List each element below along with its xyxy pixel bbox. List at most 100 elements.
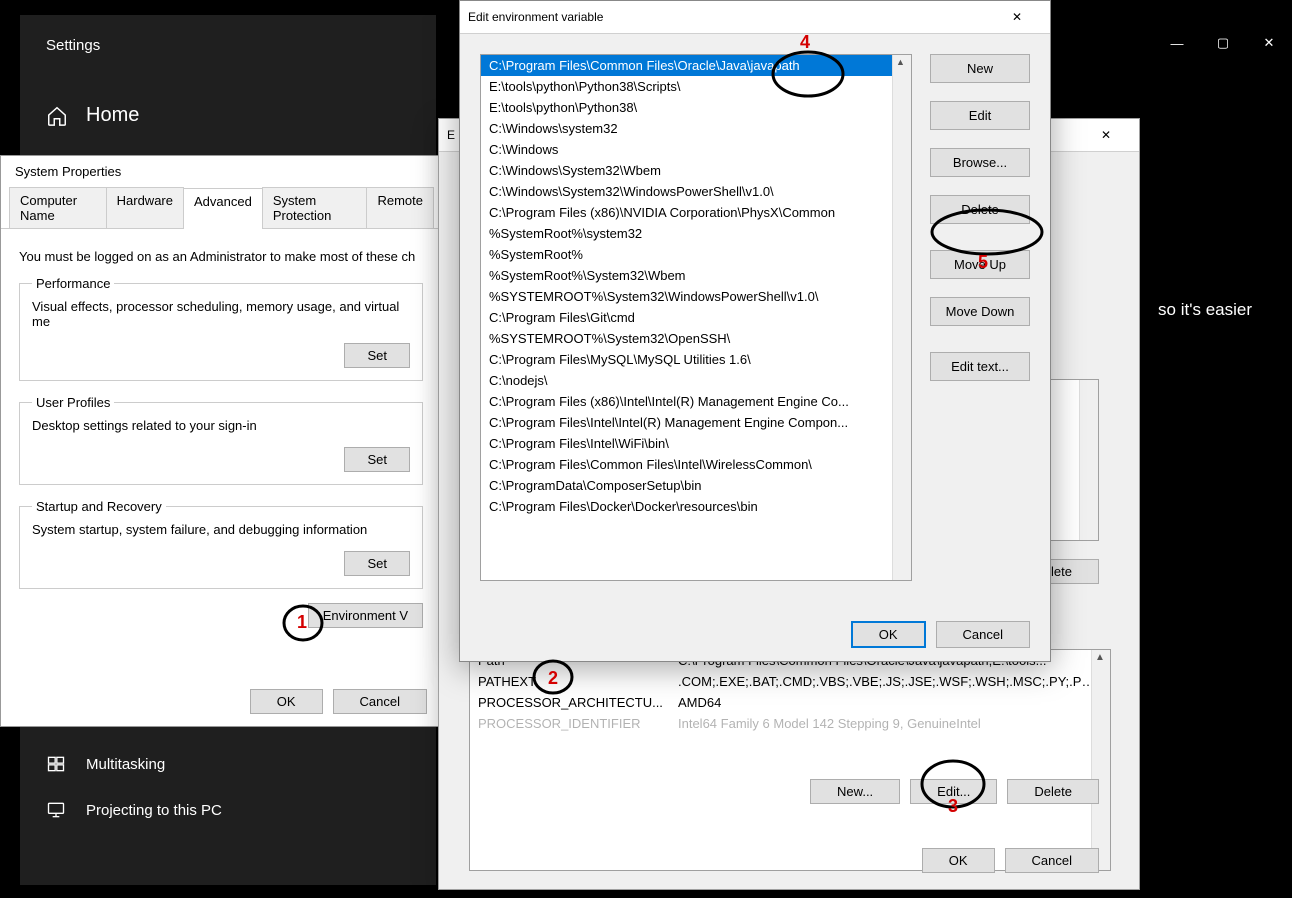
editvar-side-buttons: New Edit Browse... Delete Move Up Move D… (930, 54, 1030, 399)
system-properties-window: System Properties Computer Name Hardware… (0, 155, 442, 727)
path-item[interactable]: %SYSTEMROOT%\System32\OpenSSH\ (481, 328, 899, 349)
startup-recovery-settings-button[interactable]: Set (344, 551, 410, 576)
close-icon[interactable]: ✕ (1246, 28, 1292, 58)
path-item[interactable]: C:\Program Files\Intel\WiFi\bin\ (481, 433, 899, 454)
envvars-ok-button[interactable]: OK (922, 848, 995, 873)
path-item[interactable]: C:\Program Files (x86)\NVIDIA Corporatio… (481, 202, 899, 223)
path-item[interactable]: %SystemRoot%\system32 (481, 223, 899, 244)
var-value: AMD64 (678, 695, 1102, 710)
sidebar-item-projecting[interactable]: Projecting to this PC (20, 787, 436, 833)
background-text: so it's easier (1158, 300, 1252, 320)
sysprop-cancel-button[interactable]: Cancel (333, 689, 427, 714)
startup-recovery-legend: Startup and Recovery (32, 499, 166, 514)
annotation-number-4: 4 (800, 32, 810, 53)
path-item[interactable]: C:\Program Files\Common Files\Oracle\Jav… (481, 55, 899, 76)
sysprop-ok-button[interactable]: OK (250, 689, 323, 714)
performance-legend: Performance (32, 276, 114, 291)
user-profiles-legend: User Profiles (32, 395, 114, 410)
path-item[interactable]: %SYSTEMROOT%\System32\WindowsPowerShell\… (481, 286, 899, 307)
path-item[interactable]: C:\Windows\system32 (481, 118, 899, 139)
system-properties-title: System Properties (1, 156, 441, 187)
var-name[interactable]: PROCESSOR_IDENTIFIER (478, 716, 678, 731)
path-item[interactable]: C:\Program Files (x86)\Intel\Intel(R) Ma… (481, 391, 899, 412)
tab-computer-name[interactable]: Computer Name (9, 187, 107, 228)
performance-group: Performance Visual effects, processor sc… (19, 276, 423, 381)
editvar-close-button[interactable]: ✕ (1004, 1, 1050, 33)
new-button[interactable]: New (930, 54, 1030, 83)
path-list[interactable]: C:\Program Files\Common Files\Oracle\Jav… (480, 54, 912, 581)
sidebar-item-label: Multitasking (86, 756, 165, 773)
editvar-title: Edit environment variable (460, 10, 1004, 24)
tab-remote[interactable]: Remote (366, 187, 434, 228)
window-control-buttons: — ▢ ✕ (1154, 28, 1292, 58)
performance-settings-button[interactable]: Set (344, 343, 410, 368)
path-item[interactable]: C:\Windows (481, 139, 899, 160)
settings-title: Settings (20, 15, 436, 76)
path-item[interactable]: C:\Windows\System32\WindowsPowerShell\v1… (481, 181, 899, 202)
browse-button[interactable]: Browse... (930, 148, 1030, 177)
sys-delete-button[interactable]: Delete (1007, 779, 1099, 804)
maximize-icon[interactable]: ▢ (1200, 28, 1246, 58)
projecting-icon (46, 800, 66, 820)
annotation-number-2: 2 (548, 668, 558, 689)
path-item[interactable]: C:\nodejs\ (481, 370, 899, 391)
scrollbar[interactable] (1091, 650, 1110, 870)
settings-home-link[interactable]: Home (20, 76, 436, 155)
sidebar-item-multitasking[interactable]: Multitasking (20, 741, 436, 787)
var-value: Intel64 Family 6 Model 142 Stepping 9, G… (678, 716, 1102, 731)
editvar-cancel-button[interactable]: Cancel (936, 621, 1030, 648)
edit-env-var-window: Edit environment variable ✕ C:\Program F… (459, 0, 1051, 662)
path-item[interactable]: C:\Program Files\MySQL\MySQL Utilities 1… (481, 349, 899, 370)
path-item[interactable]: C:\Windows\System32\Wbem (481, 160, 899, 181)
close-icon: ✕ (1093, 128, 1139, 142)
sysprop-tabs: Computer Name Hardware Advanced System P… (1, 187, 441, 229)
path-item[interactable]: C:\ProgramData\ComposerSetup\bin (481, 475, 899, 496)
tab-hardware[interactable]: Hardware (106, 187, 184, 228)
sysprop-admin-desc: You must be logged on as an Administrato… (19, 249, 423, 264)
environment-variables-button[interactable]: Environment V (308, 603, 423, 628)
sys-new-button[interactable]: New... (810, 779, 900, 804)
system-vars-list[interactable]: PathC:\Program Files\Common Files\Oracle… (469, 649, 1111, 871)
var-name[interactable]: PROCESSOR_ARCHITECTU... (478, 695, 678, 710)
envvars-cancel-button[interactable]: Cancel (1005, 848, 1099, 873)
edit-button[interactable]: Edit (930, 101, 1030, 130)
path-item[interactable]: C:\Program Files\Intel\Intel(R) Manageme… (481, 412, 899, 433)
envvars-close-button[interactable]: ✕ (1093, 119, 1139, 151)
user-profiles-desc: Desktop settings related to your sign-in (32, 418, 410, 433)
startup-recovery-group: Startup and Recovery System startup, sys… (19, 499, 423, 589)
system-var-row: PATHEXT.COM;.EXE;.BAT;.CMD;.VBS;.VBE;.JS… (470, 671, 1110, 692)
annotation-number-1: 1 (297, 612, 307, 633)
user-profiles-group: User Profiles Desktop settings related t… (19, 395, 423, 485)
path-item[interactable]: %SystemRoot%\System32\Wbem (481, 265, 899, 286)
performance-desc: Visual effects, processor scheduling, me… (32, 299, 410, 329)
path-item[interactable]: %SystemRoot% (481, 244, 899, 265)
annotation-number-3: 3 (948, 796, 958, 817)
path-item[interactable]: E:\tools\python\Python38\Scripts\ (481, 76, 899, 97)
editvar-ok-button[interactable]: OK (851, 621, 926, 648)
scrollbar[interactable] (892, 55, 911, 580)
tab-system-protection[interactable]: System Protection (262, 187, 368, 228)
tab-advanced[interactable]: Advanced (183, 188, 263, 229)
path-item[interactable]: C:\Program Files\Docker\Docker\resources… (481, 496, 899, 517)
system-var-row: PROCESSOR_IDENTIFIERIntel64 Family 6 Mod… (470, 713, 1110, 734)
envvars-footer: OK Cancel (922, 848, 1099, 873)
path-item[interactable]: C:\Program Files\Common Files\Intel\Wire… (481, 454, 899, 475)
multitasking-icon (46, 754, 66, 774)
settings-home-label: Home (86, 104, 139, 127)
minimize-icon[interactable]: — (1154, 28, 1200, 58)
edit-text-button[interactable]: Edit text... (930, 352, 1030, 381)
sidebar-item-label: Projecting to this PC (86, 802, 222, 819)
delete-button[interactable]: Delete (930, 195, 1030, 224)
var-value: .COM;.EXE;.BAT;.CMD;.VBS;.VBE;.JS;.JSE;.… (678, 674, 1102, 689)
home-icon (46, 105, 68, 127)
user-profiles-settings-button[interactable]: Set (344, 447, 410, 472)
path-item[interactable]: E:\tools\python\Python38\ (481, 97, 899, 118)
move-down-button[interactable]: Move Down (930, 297, 1030, 326)
path-item[interactable]: C:\Program Files\Git\cmd (481, 307, 899, 328)
close-icon: ✕ (1004, 10, 1050, 24)
annotation-number-5: 5 (978, 252, 988, 273)
scrollbar[interactable] (1079, 380, 1098, 540)
system-var-row: PROCESSOR_ARCHITECTU...AMD64 (470, 692, 1110, 713)
startup-recovery-desc: System startup, system failure, and debu… (32, 522, 410, 537)
var-name[interactable]: PATHEXT (478, 674, 678, 689)
